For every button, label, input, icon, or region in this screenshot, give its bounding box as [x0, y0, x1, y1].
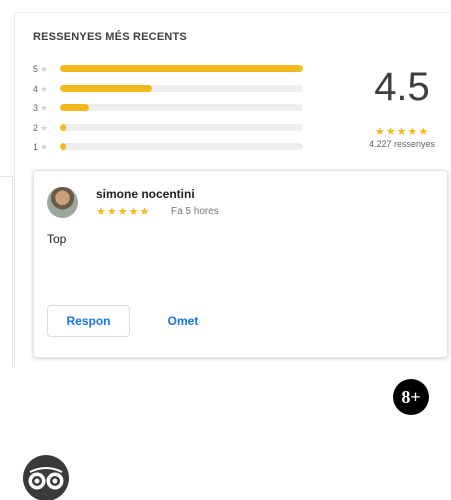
- star-icon: ★: [40, 103, 49, 113]
- review-text: Top: [47, 232, 67, 246]
- rating-bar-fill: [60, 84, 153, 92]
- rating-label: 3: [33, 103, 39, 113]
- reviewer-name: simone nocentini: [96, 187, 195, 201]
- review-stars: ★★★★★: [96, 206, 151, 218]
- rating-bar-fill: [60, 65, 303, 72]
- rating-label: 5: [33, 64, 39, 74]
- section-title: RESSENYES MÉS RECENTS: [33, 31, 187, 43]
- rating-bar-track: [60, 65, 303, 72]
- rating-row-1: 1 ★: [33, 141, 323, 161]
- rating-bar-track: [60, 84, 303, 92]
- rating-row-4: 4 ★: [33, 83, 323, 103]
- tripadvisor-icon[interactable]: [22, 454, 70, 500]
- rating-bar-fill: [60, 104, 90, 111]
- rating-label: 2: [33, 122, 39, 133]
- rating-bar-track: [60, 123, 303, 131]
- avatar: [47, 187, 78, 218]
- star-icon: ★: [40, 64, 49, 74]
- rating-distribution: 5 ★ 4 ★ 3 ★ 2 ★ 1 ★: [33, 63, 323, 161]
- average-rating: 4.5: [374, 65, 430, 109]
- rating-bar-fill: [60, 123, 66, 131]
- rating-bar-fill: [60, 143, 66, 150]
- rating-bar-track: [60, 143, 303, 150]
- star-icon: ★: [40, 142, 49, 152]
- rating-row-3: 3 ★: [33, 102, 323, 122]
- star-icon: ★: [40, 83, 49, 94]
- review-card: simone nocentini ★★★★★ Fa 5 hores Top Re…: [33, 170, 448, 358]
- star-icon: ★: [40, 122, 49, 133]
- omit-button[interactable]: Omet: [155, 305, 211, 337]
- left-panel-edge: [0, 176, 13, 367]
- rating-bar-track: [60, 104, 303, 111]
- rating-label: 1: [33, 142, 39, 152]
- rating-row-5: 5 ★: [33, 63, 323, 83]
- review-time: Fa 5 hores: [171, 206, 219, 217]
- rating-row-2: 2 ★: [33, 122, 323, 142]
- average-stars: ★★★★★: [374, 126, 430, 138]
- rating-label: 4: [33, 83, 39, 94]
- reply-button[interactable]: Respon: [47, 305, 130, 337]
- review-count: 4.227 ressenyes: [368, 139, 436, 149]
- google-plus-icon[interactable]: 8+: [393, 379, 429, 415]
